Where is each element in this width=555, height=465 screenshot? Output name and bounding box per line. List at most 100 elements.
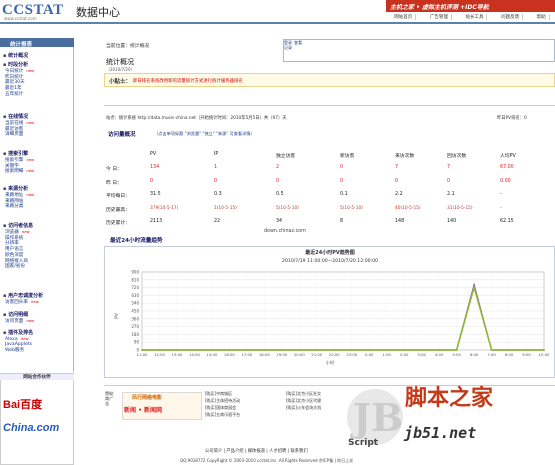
- ad-link[interactable]: [购买]中商城区: [205, 390, 275, 397]
- x-tick-label: 20:00: [294, 352, 306, 357]
- x-tick-label: 22:00: [329, 352, 341, 357]
- table-cell: 5(10-5-10): [340, 205, 363, 211]
- data-point: [158, 349, 161, 351]
- table-cell: 0.00: [500, 178, 511, 184]
- ad-link[interactable]: [购买]主体招待活动: [205, 397, 275, 404]
- sidebar-item[interactable]: 详细页面: [5, 131, 23, 137]
- divider: [104, 105, 555, 106]
- ad-link[interactable]: [购买]五商乐宿平台: [205, 411, 275, 418]
- top-link-1[interactable]: 广告管理: [427, 13, 452, 20]
- ad-banner-title: 凤行网络电影: [132, 395, 163, 401]
- sidebar-section-1[interactable]: 时段分析: [3, 61, 28, 68]
- table-header[interactable]: IP: [214, 152, 218, 157]
- table-header[interactable]: 新访客: [340, 152, 354, 159]
- table-header[interactable]: 独立访客: [276, 152, 295, 159]
- table-cell: 31(10-5-15): [447, 205, 473, 211]
- sidebar-section-2[interactable]: 在线情况: [3, 113, 28, 120]
- sidebar-title: 统计报表: [0, 38, 74, 48]
- sidebar-item[interactable]: Web服务: [5, 347, 24, 353]
- sidebar-item[interactable]: 五年统计: [5, 91, 23, 97]
- data-point: [176, 349, 178, 351]
- table-cell: 7: [447, 165, 451, 170]
- sidebar-item-label: 访问页面: [5, 319, 24, 324]
- footer-links[interactable]: 公司简介 | 产品介绍 | 媒体报道 | 人才招聘 | 联系我们: [205, 448, 308, 454]
- data-point: [420, 349, 423, 351]
- sidebar-section-8[interactable]: 插件及排名: [3, 329, 33, 336]
- x-tick-label: 19:00: [276, 352, 288, 357]
- ad-text-links-1: [购买]中商城区 [购买]主体招待活动 [购买]国体商园会 [购买]五商乐宿平台: [205, 390, 275, 422]
- sidebar-item-label: 访客回头率: [5, 300, 28, 305]
- top-link-2[interactable]: 站长工具: [462, 13, 488, 20]
- sidebar-item-label: Web服务: [5, 348, 25, 354]
- table-cell: 2113: [150, 219, 163, 224]
- login-record-link[interactable]: 查看: [294, 40, 302, 46]
- chart-section-title: 最近24小时流量趋势: [110, 238, 163, 244]
- sidebar-item[interactable]: 来路分类: [5, 203, 23, 209]
- table-row-label: 今 日：: [106, 167, 122, 172]
- chart-title: 最近24小时PV趋势图: [305, 249, 355, 256]
- table-cell: 31.5: [150, 192, 161, 197]
- logo-subtitle: 数据中心: [76, 6, 120, 19]
- x-tick-label: 3:00: [417, 352, 426, 357]
- ad-link[interactable]: [购买]北京小区社交: [286, 390, 352, 397]
- sidebar-section-4[interactable]: 来源分析: [3, 185, 28, 192]
- sidebar-section-6[interactable]: 用户忠诚度分析: [3, 292, 43, 299]
- new-badge: new: [21, 229, 30, 234]
- sidebar-item[interactable]: JavaApplets: [5, 342, 32, 347]
- ad-link[interactable]: [购买]北京小区代理: [286, 397, 352, 404]
- top-link-4[interactable]: 帮助: [534, 13, 550, 20]
- sidebar-item[interactable]: 访客回头率 new: [5, 299, 39, 305]
- table-row-label: 历史最高：: [106, 207, 130, 213]
- data-point: [193, 349, 196, 351]
- y-tick-label: 720: [131, 285, 139, 290]
- x-tick-label: 7:00: [487, 352, 496, 357]
- ad-link[interactable]: [购买]国体商园会: [205, 404, 275, 411]
- table-cell: 0: [276, 178, 280, 184]
- yesterday-rank: 昨日PV排名：0: [497, 116, 527, 121]
- x-tick-label: 17:00: [241, 352, 253, 357]
- top-ad-banner[interactable]: 主机之家 • 虚拟主机评测 +IDC导航: [386, 0, 555, 12]
- y-tick-label: 900: [131, 270, 139, 275]
- data-point: [385, 349, 388, 351]
- footer-copyright: QQ:9018772 CopyRight © 2003-2010 ccstat.…: [180, 458, 354, 463]
- x-tick-label: 12:00: [154, 352, 166, 357]
- sidebar-item-label: 搜索明细: [5, 169, 24, 175]
- sidebar-item[interactable]: 搜索明细 new: [5, 168, 34, 174]
- sidebar-item-label: 国家/省份: [5, 264, 25, 270]
- baidu-logo[interactable]: Bai百度: [3, 396, 69, 412]
- ad-link[interactable]: [购买]火车会场大机: [286, 404, 352, 411]
- sidebar-section-0[interactable]: 统计概况: [3, 52, 28, 59]
- table-header[interactable]: PV: [150, 152, 156, 157]
- watermark-brand: 脚本之家: [405, 385, 494, 411]
- table-cell: 0: [214, 178, 218, 184]
- partners-title: 网站合作伙伴: [0, 374, 74, 380]
- login-record-box: [283, 39, 555, 62]
- sidebar-item[interactable]: 国家/省份: [5, 263, 25, 269]
- china-logo[interactable]: China.com: [3, 422, 69, 436]
- table-header[interactable]: 来访次数: [395, 152, 414, 159]
- x-tick-label: 8:00: [505, 352, 514, 357]
- sidebar-section-7[interactable]: 访问明细: [3, 311, 28, 318]
- x-tick-label: 23:00: [346, 352, 358, 357]
- top-link-0[interactable]: 网站首页: [391, 13, 417, 20]
- new-badge: new: [26, 157, 35, 162]
- x-tick-label: 1:00: [382, 352, 391, 357]
- sidebar-section-5[interactable]: 访问者信息: [3, 222, 33, 229]
- table-header[interactable]: 人均PV: [500, 152, 516, 159]
- data-point: [228, 349, 231, 351]
- y-tick-label: 630: [131, 293, 139, 298]
- data-point: [490, 349, 493, 351]
- data-point: [280, 349, 283, 351]
- ad-text-links-2: [购买]北京小区社交 [购买]北京小区代理 [购买]火车会场大机: [286, 390, 352, 422]
- sidebar-section-3[interactable]: 搜索引擎: [3, 150, 28, 157]
- tip-text[interactable]: 即日排名系统改用新的流量统计方式进行统计服务器排名: [133, 78, 243, 84]
- x-tick-label: 6:00: [470, 352, 479, 357]
- top-link-3[interactable]: 问题反馈: [498, 13, 524, 20]
- new-badge: new: [26, 120, 35, 125]
- table-cell: 67.00: [500, 165, 514, 170]
- sidebar-item[interactable]: 访问页面 new: [5, 318, 34, 324]
- x-tick-label: 16:00: [224, 352, 236, 357]
- table-cell: 0: [340, 178, 344, 184]
- table-header[interactable]: 回访次数: [447, 152, 466, 159]
- x-tick-label: 9:00: [522, 352, 531, 357]
